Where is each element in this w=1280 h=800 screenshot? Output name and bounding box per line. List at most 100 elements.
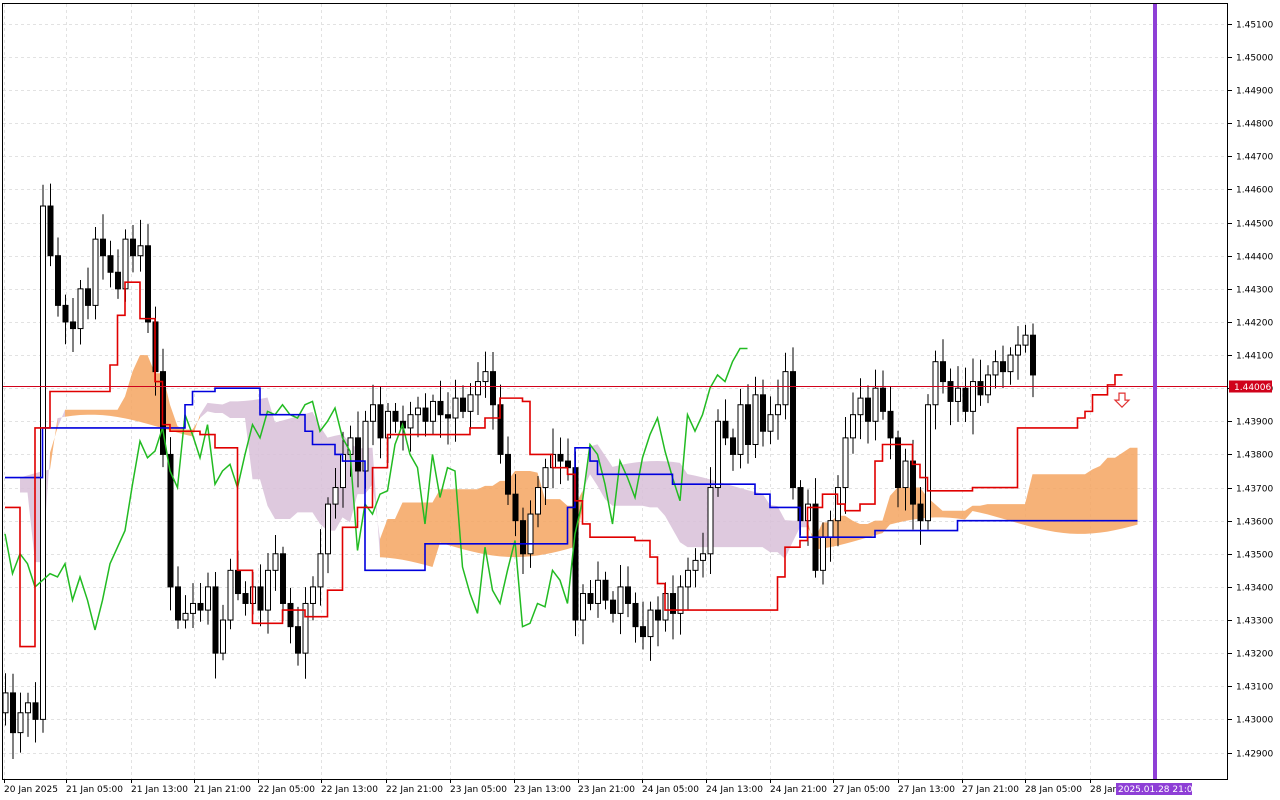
- kumo-up: [950, 510, 958, 519]
- kumo-up: [552, 499, 560, 553]
- x-tick-label: 22 Jan 05:00: [258, 785, 315, 795]
- kumo-down: [627, 462, 635, 506]
- candle-bull: [467, 394, 474, 412]
- candle-bull: [137, 245, 144, 257]
- kumo-up: [987, 504, 995, 517]
- candle-bear: [640, 626, 646, 638]
- candle-bull: [647, 609, 654, 638]
- kumo-up: [890, 487, 898, 525]
- candle-bear: [85, 288, 91, 306]
- candle-bull: [715, 420, 721, 489]
- kumo-down: [680, 462, 688, 548]
- x-tick-label: 22 Jan 21:00: [386, 785, 443, 795]
- candle-bear: [1030, 334, 1036, 376]
- kumo-up: [1017, 504, 1025, 526]
- candle-bear: [355, 437, 361, 472]
- kumo-up: [192, 414, 200, 437]
- candle-bull: [415, 407, 421, 416]
- x-tick-label: 20 Jan 2025: [4, 785, 58, 795]
- kumo-down: [275, 420, 283, 520]
- y-tick-label: 1.44800: [1236, 120, 1273, 130]
- current-price-label: 1.44006: [1234, 383, 1271, 393]
- kumo-up: [957, 510, 965, 520]
- candle-bull: [580, 593, 586, 621]
- candle-bear: [655, 609, 661, 621]
- y-tick-label: 1.44400: [1236, 253, 1273, 263]
- candle-bull: [182, 612, 189, 621]
- candle-bull: [827, 520, 834, 538]
- kumo-down: [297, 414, 305, 513]
- candle-bull: [925, 404, 931, 522]
- candle-bull: [92, 238, 99, 306]
- candle-bull: [205, 586, 211, 611]
- overlays: [3, 4, 1228, 779]
- kumo-down: [747, 490, 755, 548]
- x-tick-label: 21 Jan 05:00: [66, 785, 123, 795]
- kumo-up: [980, 504, 988, 515]
- kumo-up: [897, 487, 905, 523]
- candle-bull: [227, 569, 234, 621]
- kumo-up: [387, 519, 395, 559]
- kumo-down: [200, 402, 208, 418]
- candle-bull: [932, 361, 939, 406]
- candle-bull: [842, 437, 849, 489]
- x-tick-label: 24 Jan 13:00: [706, 785, 763, 795]
- kumo-up: [845, 515, 853, 544]
- y-tick-label: 1.43300: [1236, 617, 1273, 627]
- kumo-up: [1092, 466, 1100, 534]
- candle-bull: [992, 361, 999, 376]
- kumo-up: [852, 520, 860, 542]
- x-tick-label: 24 Jan 05:00: [642, 785, 699, 795]
- kumo-up: [50, 418, 58, 470]
- candle-bull: [482, 371, 489, 383]
- indicator-lines: [4, 281, 1138, 648]
- candle-bull: [310, 586, 316, 604]
- candle-bull: [2, 692, 9, 714]
- kumo-up: [65, 409, 73, 417]
- candle-bear: [722, 420, 729, 439]
- price-chart: 1.45100 1.45000 1.44900 1.44800 1.44700 1.446…: [2, 3, 1273, 795]
- kumo-down: [290, 416, 298, 520]
- y-tick-label: 1.43700: [1236, 485, 1273, 495]
- candle-bull: [1015, 344, 1021, 356]
- kumo-down: [785, 520, 793, 559]
- candle-bear: [377, 404, 384, 439]
- candle-bear: [587, 593, 594, 604]
- grid: [3, 4, 1228, 779]
- kumo-up: [942, 510, 950, 518]
- candle-bear: [940, 361, 946, 383]
- candle-bull: [1022, 334, 1029, 346]
- candle-bear: [917, 503, 924, 522]
- kumo-down: [777, 506, 785, 559]
- candle-bull: [707, 487, 714, 555]
- kumo-up: [1055, 474, 1063, 533]
- candle-bear: [512, 493, 519, 522]
- candle-bear: [602, 579, 609, 601]
- y-tick-label: 1.43200: [1236, 650, 1273, 660]
- candle-bull: [1007, 354, 1014, 373]
- kumo-up: [867, 520, 875, 538]
- kumo-up: [447, 489, 455, 548]
- candle-bear: [145, 245, 151, 323]
- kumo-down: [695, 475, 703, 548]
- kumo-up: [485, 485, 493, 556]
- kumo-up: [1130, 447, 1138, 527]
- candle-bear: [115, 271, 121, 290]
- y-tick-label: 1.44200: [1236, 319, 1273, 329]
- candle-bear: [557, 453, 564, 462]
- kumo-up: [1062, 474, 1070, 534]
- plot-frame: [2, 3, 1228, 780]
- candle-bull: [430, 400, 436, 422]
- x-tick-label: 27 Jan 05:00: [833, 785, 890, 795]
- y-tick-label: 1.43000: [1236, 716, 1273, 726]
- candle-bull: [767, 414, 774, 432]
- candle-bear: [887, 410, 894, 439]
- kumo-up: [402, 502, 410, 562]
- kumo-down: [635, 461, 643, 506]
- kumo-up: [432, 489, 440, 567]
- candle-bull: [955, 387, 961, 402]
- candle-bull: [595, 579, 601, 604]
- y-tick-label: 1.44100: [1236, 352, 1273, 362]
- kumo-up: [72, 409, 80, 416]
- candle-bear: [197, 602, 204, 611]
